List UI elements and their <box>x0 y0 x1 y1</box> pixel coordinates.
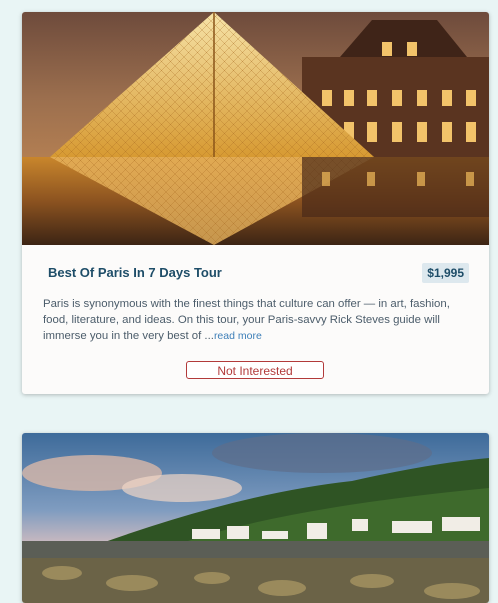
read-more-link[interactable]: read more <box>214 330 262 342</box>
tour-description: Paris is synonymous with the finest thin… <box>43 296 453 344</box>
not-interested-button[interactable]: Not Interested <box>186 361 324 379</box>
price-badge: $1,995 <box>422 263 469 283</box>
tour-card <box>22 433 489 603</box>
tour-photo-coastal-town <box>22 433 489 603</box>
tour-card: Best Of Paris In 7 Days Tour $1,995 Pari… <box>22 12 489 394</box>
tour-title: Best Of Paris In 7 Days Tour <box>48 265 222 280</box>
tour-photo-louvre-pyramid <box>22 12 489 245</box>
